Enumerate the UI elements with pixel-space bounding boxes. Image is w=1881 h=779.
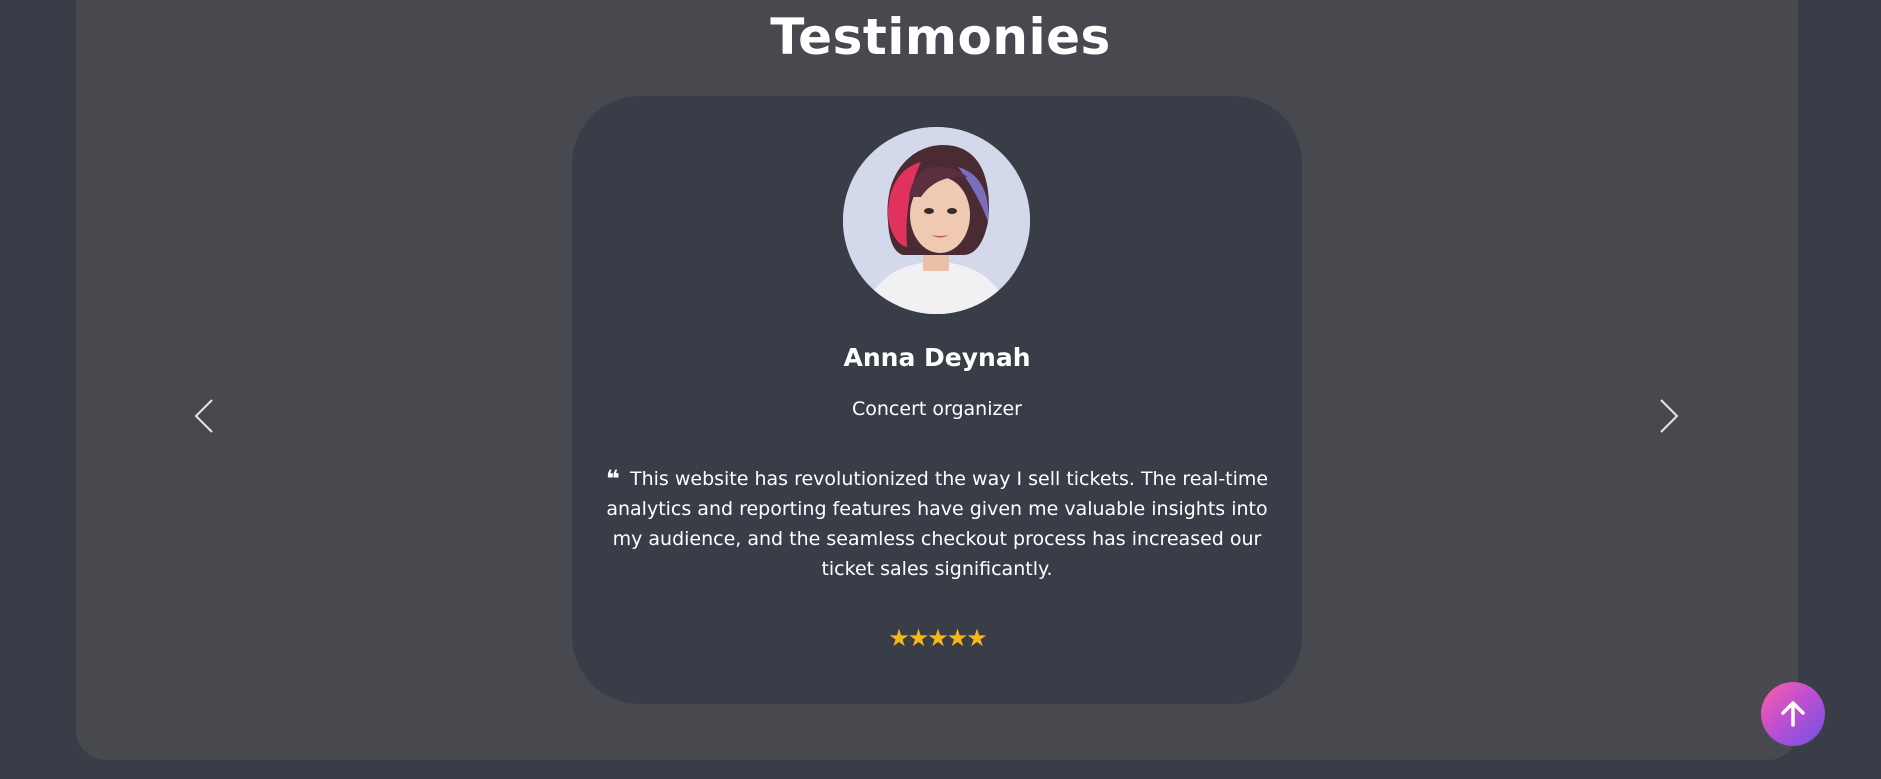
rating-stars: ★★★★★: [888, 624, 988, 652]
chevron-right-icon: [1660, 399, 1679, 433]
testimonial-quote-text: This website has revolutionized the way …: [606, 468, 1269, 580]
avatar-portrait: [843, 127, 1030, 314]
testimonial-name: Anna Deynah: [843, 343, 1031, 372]
chevron-left-icon: [194, 399, 213, 433]
scroll-to-top-button[interactable]: [1761, 682, 1825, 746]
carousel-next-button[interactable]: [1653, 396, 1683, 436]
testimonial-quote: ❝ This website has revolutionized the way…: [604, 464, 1270, 584]
section-title: Testimonies: [770, 8, 1111, 66]
testimonial-role: Concert organizer: [852, 398, 1022, 420]
arrow-up-icon: [1781, 701, 1805, 727]
quote-icon: ❝: [605, 465, 620, 493]
carousel-prev-button[interactable]: [190, 396, 220, 436]
avatar: [843, 127, 1030, 314]
